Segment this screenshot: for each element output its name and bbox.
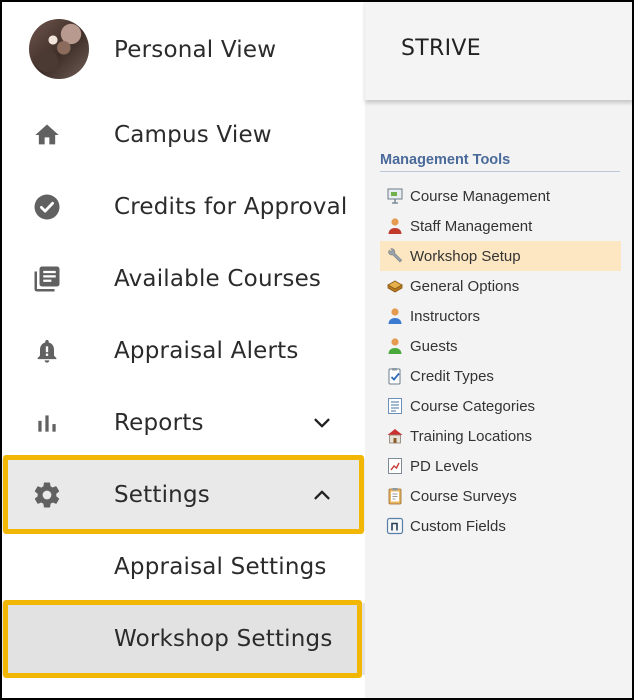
tool-general-options[interactable]: General Options	[380, 271, 621, 301]
tool-label: Training Locations	[410, 427, 533, 445]
management-tools-title: Management Tools	[380, 152, 620, 172]
tool-label: Instructors	[410, 307, 481, 325]
tool-label: PD Levels	[410, 457, 479, 475]
bar-chart-icon	[31, 407, 63, 439]
sidebar-item-appraisal-alerts[interactable]: Appraisal Alerts	[0, 315, 365, 387]
custom-field-icon	[386, 517, 404, 535]
tool-label: Course Management	[410, 187, 551, 205]
tool-guests[interactable]: Guests	[380, 331, 621, 361]
tool-label: Course Surveys	[410, 487, 517, 505]
tool-label: Custom Fields	[410, 517, 506, 535]
alert-bell-icon	[31, 335, 63, 367]
tool-instructors[interactable]: Instructors	[380, 301, 621, 331]
tool-label: Course Categories	[410, 397, 536, 415]
sidebar-item-appraisal-settings[interactable]: Appraisal Settings	[0, 531, 365, 603]
personal-view-label: Personal View	[114, 37, 277, 63]
staff-person-icon	[386, 217, 404, 235]
chart-document-icon	[386, 457, 404, 475]
sidebar-item-label: Credits for Approval	[114, 194, 348, 220]
sidebar-item-workshop-settings[interactable]: Workshop Settings	[0, 603, 365, 675]
tool-label: Guests	[410, 337, 458, 355]
home-icon	[31, 119, 63, 151]
tool-pd-levels[interactable]: PD Levels	[380, 451, 621, 481]
tool-course-categories[interactable]: Course Categories	[380, 391, 621, 421]
gear-icon	[31, 479, 63, 511]
library-books-icon	[31, 263, 63, 295]
sidebar-item-settings[interactable]: Settings	[0, 459, 365, 531]
user-avatar[interactable]	[29, 19, 89, 79]
sidebar-item-campus-view[interactable]: Campus View	[0, 99, 365, 171]
sidebar-item-available-courses[interactable]: Available Courses	[0, 243, 365, 315]
sidebar-item-label: Campus View	[114, 122, 272, 148]
check-circle-icon	[31, 191, 63, 223]
presentation-icon	[386, 187, 404, 205]
tool-course-surveys[interactable]: Course Surveys	[380, 481, 621, 511]
personal-view-item[interactable]: Personal View	[0, 14, 365, 86]
app-title: STRIVE	[401, 36, 481, 61]
tool-credit-types[interactable]: Credit Types	[380, 361, 621, 391]
tool-workshop-setup[interactable]: Workshop Setup	[380, 241, 621, 271]
tool-training-locations[interactable]: Training Locations	[380, 421, 621, 451]
survey-clipboard-icon	[386, 487, 404, 505]
guest-person-icon	[386, 337, 404, 355]
instructor-person-icon	[386, 307, 404, 325]
sidebar-item-label: Appraisal Settings	[114, 554, 327, 580]
sidebar-item-label: Workshop Settings	[114, 626, 333, 652]
chevron-up-icon[interactable]	[309, 482, 335, 508]
tool-label: General Options	[410, 277, 520, 295]
top-bar: STRIVE	[365, 0, 634, 100]
clipboard-check-icon	[386, 367, 404, 385]
tool-label: Staff Management	[410, 217, 533, 235]
tool-staff-management[interactable]: Staff Management	[380, 211, 621, 241]
tool-custom-fields[interactable]: Custom Fields	[380, 511, 621, 541]
list-document-icon	[386, 397, 404, 415]
sidebar-item-reports[interactable]: Reports	[0, 387, 365, 459]
sidebar-item-label: Settings	[114, 482, 210, 508]
main-panel: STRIVE Management Tools Course Managemen…	[365, 0, 634, 700]
chevron-down-icon[interactable]	[309, 410, 335, 436]
sidebar-item-label: Available Courses	[114, 266, 322, 292]
tool-label: Workshop Setup	[410, 247, 521, 265]
sidebar: Personal View Campus View Credits for Ap…	[0, 0, 365, 700]
sidebar-item-label: Reports	[114, 410, 204, 436]
options-box-icon	[386, 277, 404, 295]
tool-label: Credit Types	[410, 367, 494, 385]
sidebar-item-credits-for-approval[interactable]: Credits for Approval	[0, 171, 365, 243]
tool-course-management[interactable]: Course Management	[380, 181, 621, 211]
sidebar-item-label: Appraisal Alerts	[114, 338, 299, 364]
wrench-icon	[386, 247, 404, 265]
building-icon	[386, 427, 404, 445]
